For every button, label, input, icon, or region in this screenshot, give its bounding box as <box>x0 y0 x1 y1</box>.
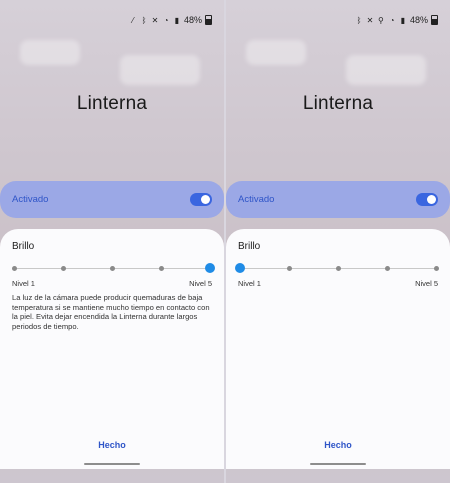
gesture-bar <box>84 463 140 465</box>
slider-tick-level-2[interactable] <box>60 266 66 271</box>
status-bar: ⁄ ᛒ ✕ ◔ ▮ 48% <box>129 14 212 26</box>
mute-icon: ⁄ <box>132 15 134 25</box>
flashlight-switch[interactable] <box>416 193 438 206</box>
max-level-label: Nivel 5 <box>189 279 212 288</box>
signal-icon: ▮ <box>174 15 180 25</box>
page-title: Linterna <box>302 93 374 114</box>
gesture-bar <box>310 463 366 465</box>
switch-knob <box>427 195 436 204</box>
flashlight-switch[interactable] <box>190 193 212 206</box>
slider-tick-level-3[interactable] <box>109 266 115 271</box>
slider-tick-level-5[interactable] <box>433 266 439 271</box>
battery-percent: 48% <box>183 15 202 25</box>
brightness-slider[interactable] <box>11 263 215 274</box>
flashlight-toggle-row[interactable]: Activado <box>0 181 224 218</box>
comparison-screens: ⁄ ᛒ ✕ ◔ ▮ 48% Linterna Activado Brillo N… <box>0 0 450 483</box>
sheet-title: Brillo <box>12 241 35 252</box>
done-button[interactable]: Hecho <box>226 440 450 450</box>
flashlight-toggle-row[interactable]: Activado <box>226 181 450 218</box>
vibrate-icon: ✕ <box>366 15 374 25</box>
min-level-label: Nivel 1 <box>12 279 35 288</box>
screen-right: ᛒ ✕ ⚲ ◔ ▮ 48% Linterna Activado Brillo N… <box>226 0 450 483</box>
brightness-slider[interactable] <box>235 263 439 274</box>
battery-icon <box>431 15 438 25</box>
min-level-label: Nivel 1 <box>238 279 261 288</box>
slider-tick-level-4[interactable] <box>158 266 164 271</box>
page-title: Linterna <box>76 93 148 114</box>
max-level-label: Nivel 5 <box>415 279 438 288</box>
status-bar: ᛒ ✕ ⚲ ◔ ▮ 48% <box>355 14 438 26</box>
battery-percent: 48% <box>409 15 428 25</box>
wifi-icon: ◔ <box>389 15 395 25</box>
screen-left: ⁄ ᛒ ✕ ◔ ▮ 48% Linterna Activado Brillo N… <box>0 0 224 483</box>
burn-warning-text: La luz de la cámara puede producir quema… <box>12 293 210 331</box>
location-icon: ⚲ <box>378 15 384 25</box>
vibrate-icon: ✕ <box>151 15 159 25</box>
toggle-label: Activado <box>238 194 275 205</box>
slider-thumb[interactable] <box>235 263 245 273</box>
battery-icon <box>205 15 212 25</box>
slider-tick-level-3[interactable] <box>335 266 341 271</box>
wifi-icon: ◔ <box>163 15 169 25</box>
signal-icon: ▮ <box>400 15 406 25</box>
brightness-sheet: Brillo Nivel 1 Nivel 5 Hecho <box>226 229 450 469</box>
slider-tick-level-2[interactable] <box>286 266 292 271</box>
switch-knob <box>201 195 210 204</box>
bluetooth-icon: ᛒ <box>141 15 147 25</box>
bluetooth-icon: ᛒ <box>356 15 362 25</box>
slider-thumb[interactable] <box>205 263 215 273</box>
slider-tick-level-1[interactable] <box>11 266 17 271</box>
sheet-title: Brillo <box>238 241 261 252</box>
slider-tick-level-4[interactable] <box>384 266 390 271</box>
brightness-sheet: Brillo Nivel 1 Nivel 5 La luz de la cáma… <box>0 229 224 469</box>
done-button[interactable]: Hecho <box>0 440 224 450</box>
toggle-label: Activado <box>12 194 49 205</box>
